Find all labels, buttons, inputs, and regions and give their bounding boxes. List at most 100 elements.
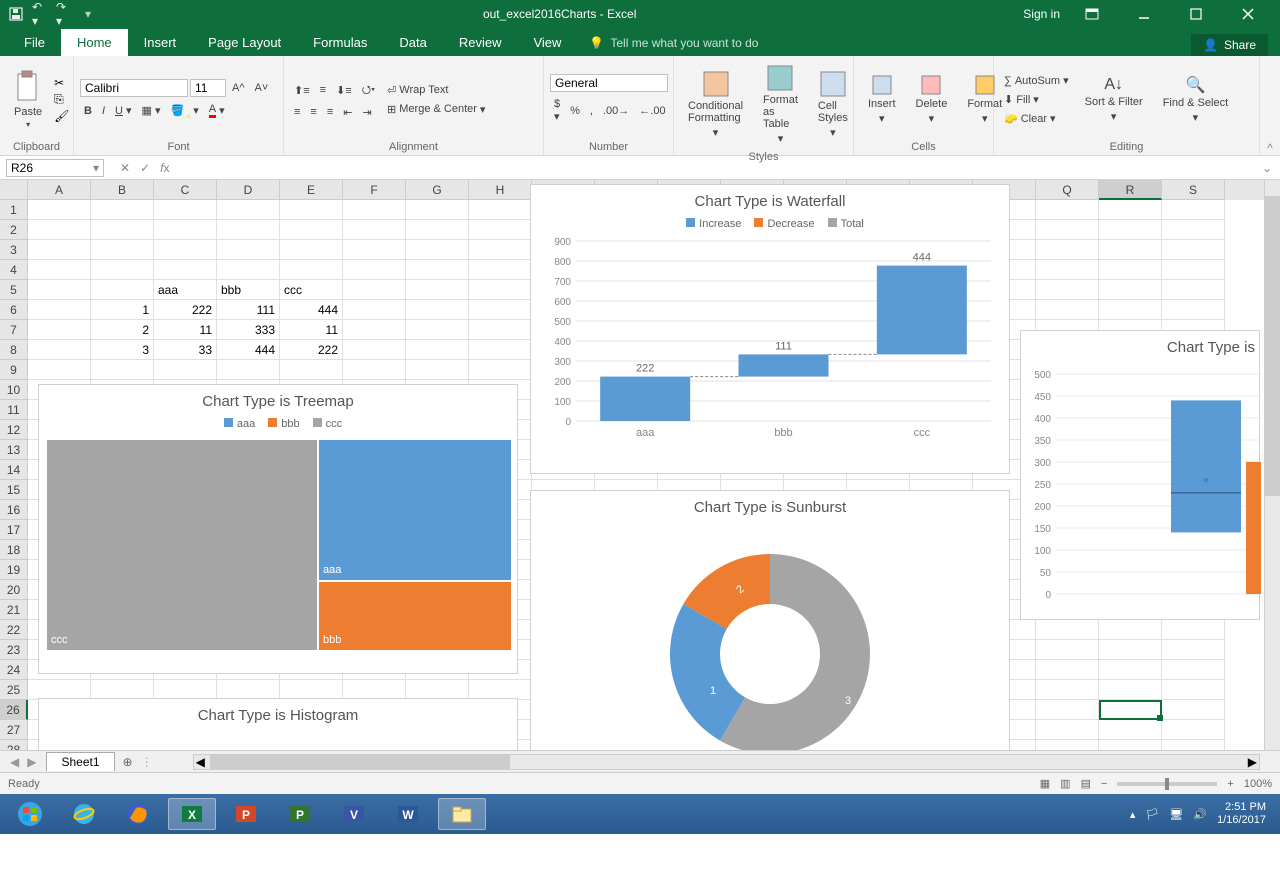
powerpoint-icon[interactable]: P [222, 798, 270, 830]
tray-sound-icon[interactable]: 🔊 [1193, 808, 1207, 821]
collapse-ribbon-icon[interactable]: ^ [1260, 56, 1280, 155]
zoom-out-icon[interactable]: − [1101, 778, 1107, 790]
tray-date[interactable]: 1/16/2017 [1217, 814, 1266, 827]
cell[interactable] [28, 360, 91, 380]
maximize-icon[interactable] [1176, 0, 1216, 28]
cell[interactable] [343, 360, 406, 380]
cell[interactable] [1099, 300, 1162, 320]
cell[interactable] [1036, 640, 1099, 660]
cell[interactable] [406, 360, 469, 380]
cell[interactable]: 1 [91, 300, 154, 320]
cell[interactable] [1162, 620, 1225, 640]
cell[interactable] [280, 200, 343, 220]
cell[interactable] [1036, 740, 1099, 750]
cell[interactable] [1162, 660, 1225, 680]
cell[interactable] [217, 680, 280, 700]
cell[interactable] [154, 200, 217, 220]
name-box[interactable]: R26▾ [6, 159, 104, 177]
decrease-font-icon[interactable]: A˅ [251, 80, 273, 96]
visio-icon[interactable]: V [330, 798, 378, 830]
cell[interactable] [280, 220, 343, 240]
row-header[interactable]: 2 [0, 220, 28, 240]
row-header[interactable]: 7 [0, 320, 28, 340]
tab-home[interactable]: Home [61, 29, 128, 56]
row-header[interactable]: 14 [0, 460, 28, 480]
signin-link[interactable]: Sign in [1023, 7, 1060, 21]
view-page-break-icon[interactable]: ▤ [1081, 777, 1091, 790]
align-center-icon[interactable]: ≡ [306, 104, 320, 120]
chart-treemap[interactable]: Chart Type is Treemap aaa bbb ccc ccc aa… [38, 384, 518, 674]
save-icon[interactable] [8, 6, 24, 22]
expand-formula-bar-icon[interactable]: ⌄ [1254, 161, 1280, 175]
cell[interactable] [343, 340, 406, 360]
ribbon-display-icon[interactable] [1072, 0, 1112, 28]
cell[interactable] [1036, 720, 1099, 740]
increase-indent-icon[interactable]: ⇥ [358, 104, 375, 121]
cell[interactable]: 2 [91, 320, 154, 340]
tab-file[interactable]: File [8, 29, 61, 56]
cell-styles-button[interactable]: Cell Styles ▾ [810, 60, 856, 149]
font-size-select[interactable] [190, 79, 226, 97]
redo-icon[interactable]: ↷ ▾ [56, 6, 72, 22]
cell[interactable] [217, 260, 280, 280]
qat-customize-icon[interactable]: ▾ [80, 6, 96, 22]
row-header[interactable]: 1 [0, 200, 28, 220]
cell[interactable] [1162, 260, 1225, 280]
cell[interactable] [1036, 620, 1099, 640]
cell[interactable] [469, 320, 532, 340]
cell[interactable] [154, 360, 217, 380]
project-icon[interactable]: P [276, 798, 324, 830]
cell[interactable] [406, 280, 469, 300]
merge-center-button[interactable]: ⊞ Merge & Center ▾ [383, 101, 489, 118]
row-header[interactable]: 23 [0, 640, 28, 660]
cell[interactable] [406, 260, 469, 280]
cell[interactable] [1036, 700, 1099, 720]
cell[interactable] [1099, 240, 1162, 260]
chart-histogram[interactable]: Chart Type is Histogram [38, 698, 518, 750]
align-top-icon[interactable]: ⬆≡ [290, 82, 314, 99]
cell[interactable] [469, 680, 532, 700]
orientation-icon[interactable]: ⭯▾ [358, 79, 379, 102]
cell[interactable] [1162, 280, 1225, 300]
cell[interactable]: 222 [280, 340, 343, 360]
cell[interactable]: 222 [154, 300, 217, 320]
cell[interactable] [28, 320, 91, 340]
cell[interactable] [406, 200, 469, 220]
ie-icon[interactable] [60, 798, 108, 830]
sheet-nav-prev-icon[interactable]: ◀ [10, 755, 19, 769]
bold-button[interactable]: B [80, 103, 96, 119]
view-normal-icon[interactable]: ▦ [1040, 777, 1050, 790]
borders-icon[interactable]: ▦ ▾ [138, 102, 165, 119]
row-header[interactable]: 10 [0, 380, 28, 400]
cell[interactable] [1162, 700, 1225, 720]
cell[interactable]: 11 [154, 320, 217, 340]
cell[interactable] [1099, 260, 1162, 280]
row-header[interactable]: 24 [0, 660, 28, 680]
cell[interactable] [406, 220, 469, 240]
align-middle-icon[interactable]: ≡ [316, 82, 330, 98]
minimize-icon[interactable] [1124, 0, 1164, 28]
align-bottom-icon[interactable]: ⬇≡ [332, 82, 356, 99]
row-header[interactable]: 28 [0, 740, 28, 750]
column-header[interactable]: H [469, 180, 532, 200]
worksheet-grid[interactable]: ABCDEFGHIJKLMNOPQRS 12345678910111213141… [0, 180, 1280, 750]
sheet-tab[interactable]: Sheet1 [46, 752, 114, 771]
cell[interactable] [1099, 620, 1162, 640]
wrap-text-button[interactable]: ⏎ Wrap Text [383, 82, 489, 99]
add-sheet-icon[interactable]: ⊕ [123, 755, 133, 769]
undo-icon[interactable]: ↶ ▾ [32, 6, 48, 22]
chart-waterfall[interactable]: Chart Type is Waterfall Increase Decreas… [530, 184, 1010, 474]
cell[interactable] [1099, 200, 1162, 220]
cell[interactable] [1036, 260, 1099, 280]
cell[interactable] [469, 300, 532, 320]
cell[interactable] [406, 680, 469, 700]
tab-view[interactable]: View [517, 29, 577, 56]
tell-me-search[interactable]: 💡 Tell me what you want to do [577, 30, 770, 56]
decrease-decimal-icon[interactable]: ←.00 [635, 103, 669, 119]
italic-button[interactable]: I [98, 103, 109, 119]
cell[interactable] [280, 360, 343, 380]
copy-icon[interactable]: ⎘ [54, 92, 69, 107]
cell[interactable] [406, 340, 469, 360]
cell[interactable] [469, 280, 532, 300]
cell[interactable] [91, 200, 154, 220]
